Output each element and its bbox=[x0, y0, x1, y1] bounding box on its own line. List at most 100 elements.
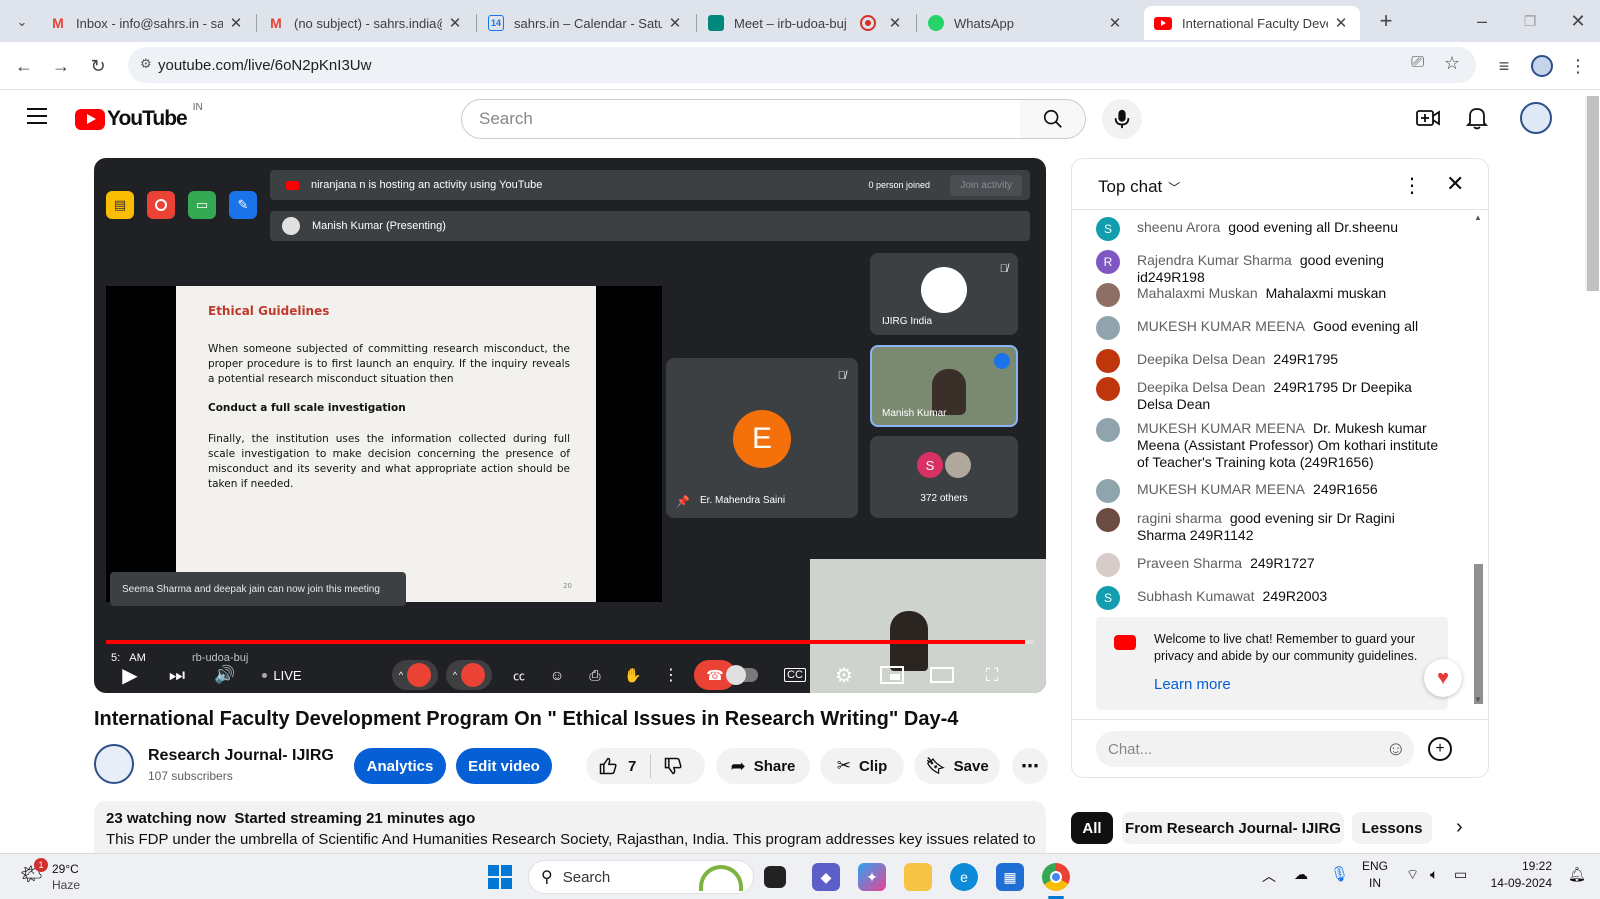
miniplayer-icon[interactable] bbox=[878, 660, 906, 690]
chat-close-icon[interactable]: ✕ bbox=[1446, 171, 1464, 197]
weather-widget[interactable]: 🌤︎ 1 29°C Haze bbox=[16, 858, 96, 894]
chat-author[interactable]: Praveen Sharma bbox=[1137, 555, 1242, 571]
raise-hand-icon[interactable]: ✋ bbox=[620, 660, 646, 690]
more-options-icon[interactable]: ⋮ bbox=[658, 660, 684, 690]
tray-overflow-icon[interactable]: ︿ bbox=[1262, 866, 1276, 886]
browser-menu-icon[interactable]: ⋮ bbox=[1566, 54, 1590, 78]
channel-name[interactable]: Research Journal- IJIRG bbox=[148, 747, 334, 765]
create-video-icon[interactable] bbox=[1416, 107, 1440, 129]
restore-icon[interactable]: ❐ bbox=[1518, 9, 1542, 33]
mic-toggle[interactable]: ^ bbox=[392, 660, 438, 690]
store-icon[interactable]: ▦ bbox=[996, 863, 1024, 891]
chat-avatar[interactable]: S bbox=[1096, 586, 1120, 610]
reading-list-icon[interactable]: ≡ bbox=[1492, 54, 1516, 78]
teams-icon[interactable]: ◆ bbox=[812, 863, 840, 891]
clock[interactable]: 19:22 14-09-2024 bbox=[1488, 858, 1552, 892]
chat-avatar[interactable] bbox=[1096, 418, 1120, 442]
video-player[interactable]: ▤ ▭ ✎ niranjana n is hosting an activity… bbox=[94, 158, 1046, 693]
chat-scrollbar[interactable] bbox=[1474, 564, 1483, 704]
chip-lessons[interactable]: Lessons bbox=[1352, 812, 1432, 844]
analytics-button[interactable]: Analytics bbox=[354, 748, 446, 784]
tab-whatsapp[interactable]: WhatsApp ✕ bbox=[918, 6, 1134, 40]
start-button[interactable] bbox=[488, 865, 512, 889]
search-button[interactable] bbox=[1020, 99, 1086, 139]
chat-avatar[interactable] bbox=[1096, 553, 1120, 577]
tab-gmail-inbox[interactable]: M Inbox - info@sahrs.in - sah ✕ bbox=[40, 6, 255, 40]
copilot-icon[interactable]: ✦ bbox=[858, 863, 886, 891]
share-button[interactable]: ➦ Share bbox=[716, 748, 810, 784]
chat-avatar[interactable] bbox=[1096, 283, 1120, 307]
camera-toggle[interactable]: ^ bbox=[446, 660, 492, 690]
notifications-bell-icon[interactable] bbox=[1465, 106, 1489, 135]
live-indicator[interactable]: LIVE bbox=[260, 660, 304, 690]
hamburger-menu-icon[interactable] bbox=[27, 108, 47, 124]
chat-author[interactable]: Subhash Kumawat bbox=[1137, 588, 1255, 604]
save-button[interactable]: 🔖︎ Save bbox=[914, 748, 1000, 784]
edge-icon[interactable]: e bbox=[950, 863, 978, 891]
theater-mode-icon[interactable] bbox=[928, 660, 956, 690]
close-icon[interactable]: ✕ bbox=[1332, 14, 1350, 32]
captions-meet-icon[interactable]: ㏄ bbox=[506, 660, 532, 690]
chat-author[interactable]: ragini sharma bbox=[1137, 510, 1222, 526]
more-actions-button[interactable]: ⋯ bbox=[1012, 748, 1048, 784]
chip-all[interactable]: All bbox=[1071, 812, 1113, 844]
back-icon[interactable]: ← bbox=[12, 54, 36, 78]
add-super-chat-icon[interactable]: + bbox=[1428, 737, 1452, 761]
chat-author[interactable]: sheenu Arora bbox=[1137, 219, 1220, 235]
meet-devices-button[interactable]: ▭ bbox=[188, 191, 216, 219]
tile-mahendra-saini[interactable]: E 🎙̸ 📌 Er. Mahendra Saini bbox=[666, 358, 858, 518]
chat-author[interactable]: MUKESH KUMAR MEENA bbox=[1137, 481, 1305, 497]
install-app-icon[interactable]: ⎚ bbox=[1411, 54, 1424, 72]
chat-author[interactable]: Deepika Delsa Dean bbox=[1137, 379, 1265, 395]
site-info-icon[interactable]: ⚙ bbox=[140, 56, 152, 72]
reload-icon[interactable]: ↻ bbox=[86, 54, 110, 78]
close-icon[interactable]: ✕ bbox=[886, 14, 904, 32]
heart-reaction-button[interactable]: ♥ bbox=[1424, 659, 1462, 697]
edit-video-button[interactable]: Edit video bbox=[456, 748, 552, 784]
page-scrollbar[interactable] bbox=[1585, 96, 1599, 291]
account-avatar[interactable] bbox=[1520, 102, 1552, 134]
chat-avatar[interactable] bbox=[1096, 316, 1120, 340]
chat-avatar[interactable]: S bbox=[1096, 217, 1120, 241]
youtube-logo[interactable]: YouTube IN bbox=[75, 102, 203, 131]
chrome-icon[interactable] bbox=[1042, 863, 1070, 891]
emoji-picker-icon[interactable]: ☺ bbox=[1386, 738, 1406, 761]
address-bar[interactable]: ⚙ youtube.com/live/6oN2pKnI3Uw ⎚ ☆ bbox=[128, 47, 1476, 83]
tile-manish-kumar[interactable]: Manish Kumar bbox=[870, 345, 1018, 427]
forward-icon[interactable]: → bbox=[49, 54, 73, 78]
voice-search-button[interactable] bbox=[1102, 99, 1142, 139]
chat-author[interactable]: Deepika Delsa Dean bbox=[1137, 351, 1265, 367]
wifi-icon[interactable]: ⌔ bbox=[1406, 866, 1419, 884]
tab-gmail-no-subject[interactable]: M (no subject) - sahrs.india@ ✕ bbox=[258, 6, 474, 40]
tab-search-icon[interactable]: ⌄ bbox=[10, 10, 34, 34]
window-close-icon[interactable]: ✕ bbox=[1566, 9, 1590, 33]
close-icon[interactable]: ✕ bbox=[446, 14, 464, 32]
chat-avatar[interactable] bbox=[1096, 377, 1120, 401]
chat-author[interactable]: Mahalaxmi Muskan bbox=[1137, 285, 1258, 301]
battery-icon[interactable]: ▭ bbox=[1454, 866, 1467, 883]
chip-from-channel[interactable]: From Research Journal- IJIRG bbox=[1122, 812, 1344, 844]
subtitles-icon[interactable]: CC bbox=[782, 660, 808, 690]
minimize-icon[interactable]: – bbox=[1470, 9, 1494, 33]
tab-calendar[interactable]: 14 sahrs.in – Calendar - Saturd ✕ bbox=[478, 6, 694, 40]
notification-bell-icon[interactable]: 🔔︎ bbox=[1568, 866, 1586, 883]
tab-meet[interactable]: Meet – irb-udoa-buj ✕ bbox=[698, 6, 914, 40]
chat-avatar[interactable] bbox=[1096, 349, 1120, 373]
scroll-up-icon[interactable]: ▲ bbox=[1474, 213, 1482, 222]
chat-avatar[interactable]: R bbox=[1096, 250, 1120, 274]
close-icon[interactable]: ✕ bbox=[1106, 14, 1124, 32]
bookmark-star-icon[interactable]: ☆ bbox=[1444, 53, 1460, 74]
scroll-down-icon[interactable]: ▼ bbox=[1474, 695, 1482, 704]
description-box[interactable]: 23 watching now Started streaming 21 min… bbox=[94, 801, 1046, 861]
play-button[interactable]: ▶ bbox=[116, 660, 144, 690]
progress-bar[interactable] bbox=[106, 640, 1034, 644]
tile-others[interactable]: S 372 others bbox=[870, 436, 1018, 518]
language-indicator[interactable]: ENG IN bbox=[1362, 858, 1388, 892]
clip-button[interactable]: ✂ Clip bbox=[820, 748, 904, 784]
dislike-button[interactable] bbox=[663, 756, 683, 776]
search-input[interactable]: Search bbox=[461, 99, 1021, 139]
file-explorer-icon[interactable] bbox=[904, 863, 932, 891]
emoji-icon[interactable]: ☺ bbox=[544, 660, 570, 690]
taskbar-search[interactable]: ⚲ Search bbox=[528, 860, 754, 894]
chat-author[interactable]: Rajendra Kumar Sharma bbox=[1137, 252, 1292, 268]
